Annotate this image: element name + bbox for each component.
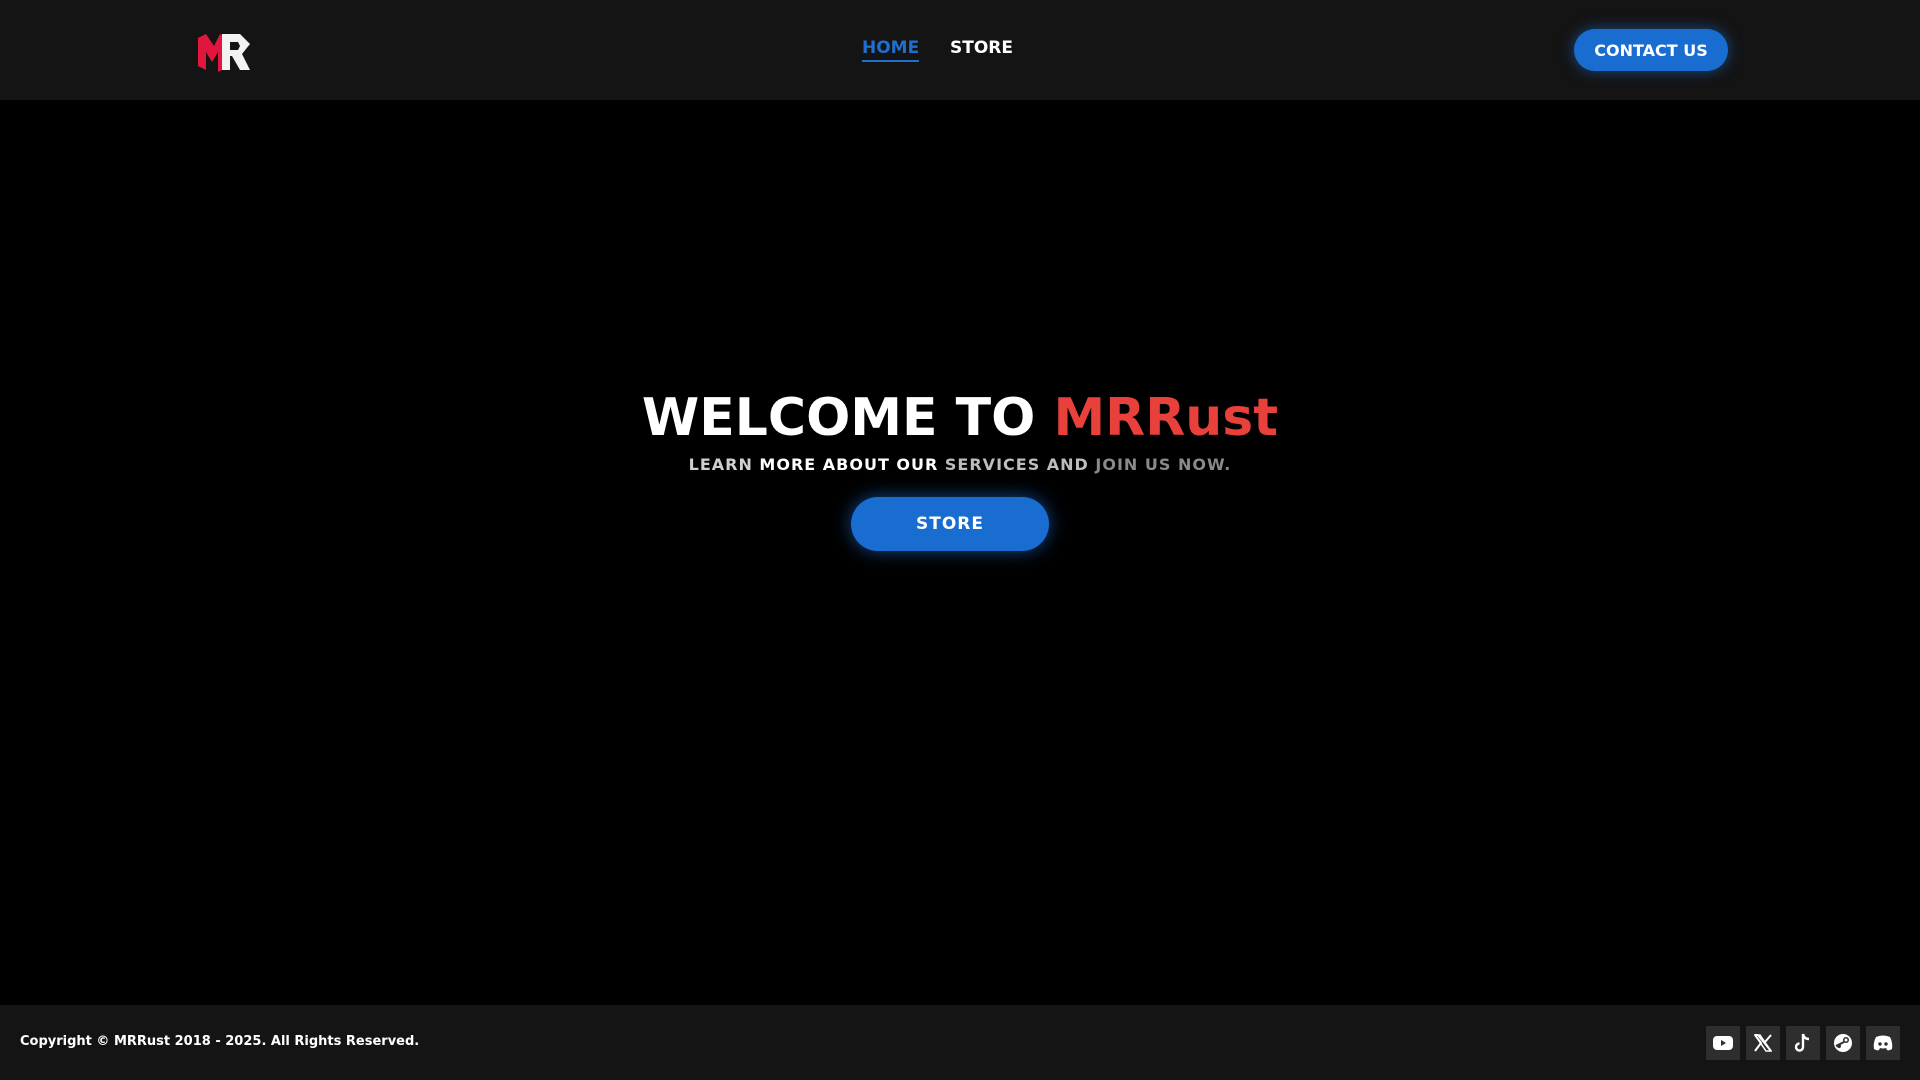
hero-section: WELCOME TO MRRust LEARN MORE ABOUT OUR S…: [0, 388, 1920, 476]
hero-title-brand: MRRust: [1053, 388, 1279, 448]
nav-home[interactable]: HOME: [862, 38, 920, 62]
hero-subtitle-part: SERVICES AND: [944, 455, 1096, 474]
copyright-text: Copyright © MRRust 2018 - 2025. All Righ…: [20, 1034, 420, 1049]
mr-logo[interactable]: [196, 30, 252, 74]
steam-icon[interactable]: [1826, 1026, 1860, 1060]
hero-subtitle-part: LEARN: [688, 455, 760, 474]
hero-subtitle-part: MORE ABOUT OUR: [759, 455, 945, 474]
store-cta-button[interactable]: STORE: [851, 497, 1049, 551]
x-icon[interactable]: [1746, 1026, 1780, 1060]
hero-title: WELCOME TO MRRust: [0, 388, 1920, 448]
youtube-icon[interactable]: [1706, 1026, 1740, 1060]
tiktok-icon[interactable]: [1786, 1026, 1820, 1060]
discord-icon[interactable]: [1866, 1026, 1900, 1060]
nav-store[interactable]: STORE: [950, 38, 1013, 58]
hero-subtitle-part: JOIN US NOW.: [1095, 455, 1232, 474]
site-header: HOME STORE CONTACT US: [0, 0, 1920, 100]
social-links: [1706, 1026, 1900, 1060]
hero-title-prefix: WELCOME TO: [641, 388, 1036, 448]
hero-subtitle: LEARN MORE ABOUT OUR SERVICES AND JOIN U…: [0, 454, 1920, 476]
contact-us-button[interactable]: CONTACT US: [1574, 29, 1728, 71]
site-footer: Copyright © MRRust 2018 - 2025. All Righ…: [0, 1005, 1920, 1080]
